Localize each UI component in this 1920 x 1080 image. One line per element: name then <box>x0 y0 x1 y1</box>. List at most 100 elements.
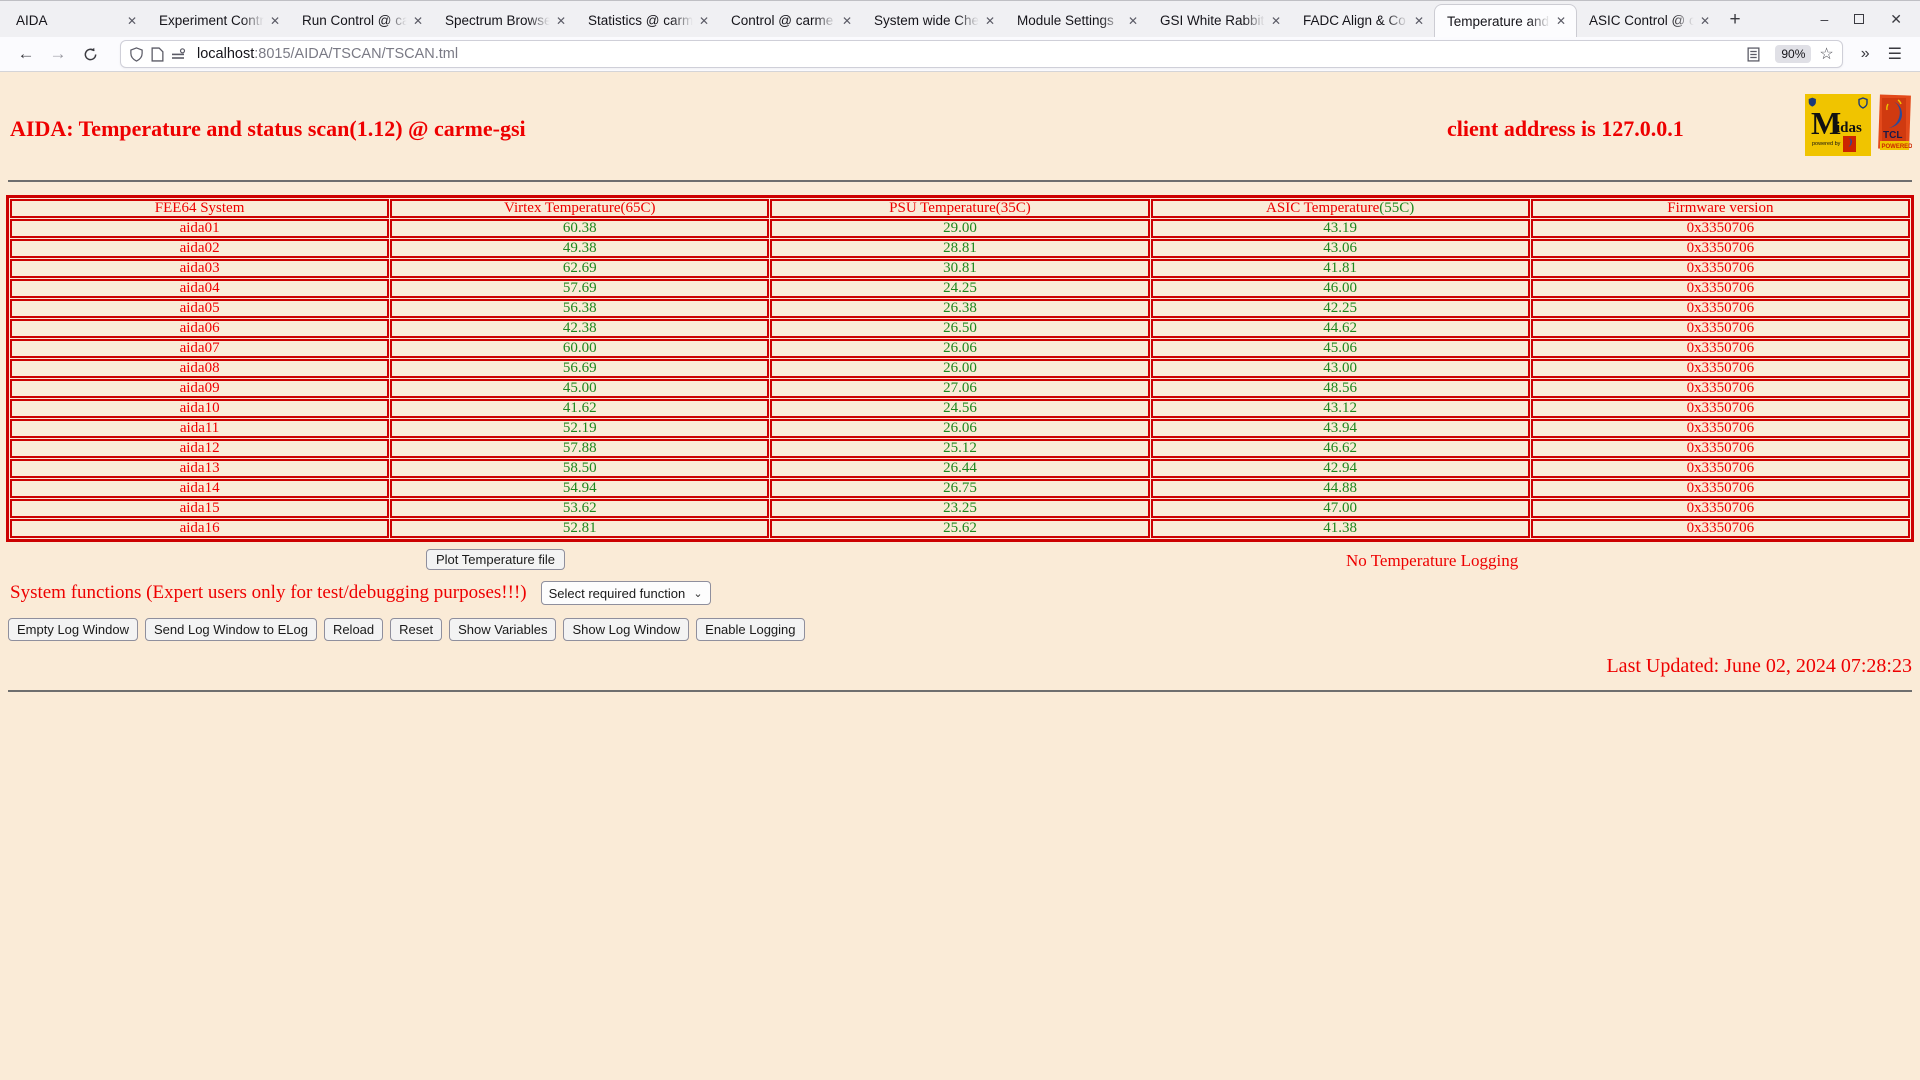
tab-statistics-carm[interactable]: Statistics @ carm ✕ <box>576 4 719 37</box>
tab-aida[interactable]: AIDA ✕ <box>4 4 147 37</box>
window-close-button[interactable]: ✕ <box>1890 11 1902 28</box>
virtex-cell: 53.62 <box>390 499 770 518</box>
asic-cell: 43.06 <box>1150 239 1530 258</box>
empty-log-window-button[interactable]: Empty Log Window <box>8 618 138 641</box>
tab-temperature-and[interactable]: Temperature and ✕ <box>1434 4 1577 37</box>
bottom-divider <box>8 690 1912 692</box>
virtex-cell: 45.00 <box>390 379 770 398</box>
tab-close-icon[interactable]: ✕ <box>981 12 999 30</box>
system-cell: aida02 <box>10 239 390 258</box>
tab-fadc-align-co[interactable]: FADC Align & Co ✕ <box>1291 4 1434 37</box>
tab-experiment-contr[interactable]: Experiment Contr ✕ <box>147 4 290 37</box>
virtex-cell: 42.38 <box>390 319 770 338</box>
psu-cell: 26.06 <box>770 419 1150 438</box>
tab-close-icon[interactable]: ✕ <box>123 12 141 30</box>
tab-close-icon[interactable]: ✕ <box>409 12 427 30</box>
tab-close-icon[interactable]: ✕ <box>1124 12 1142 30</box>
page-info-icon[interactable] <box>151 46 164 62</box>
system-cell: aida10 <box>10 399 390 418</box>
client-address-text: client address is 127.0.0.1 <box>1447 116 1684 141</box>
reload-icon <box>84 47 96 60</box>
tab-spectrum-browse[interactable]: Spectrum Browse ✕ <box>433 4 576 37</box>
browser-navbar: ← → localhost:8015/AIDA/TSCAN/TSCAN.tml <box>0 37 1920 72</box>
table-row-aida15: aida15 53.62 23.25 47.00 0x3350706 <box>10 499 1910 518</box>
firmware-cell: 0x3350706 <box>1530 479 1910 498</box>
firmware-cell: 0x3350706 <box>1530 439 1910 458</box>
reload-button[interactable] <box>74 40 106 68</box>
table-row-aida07: aida07 60.00 26.06 45.06 0x3350706 <box>10 339 1910 358</box>
tab-close-icon[interactable]: ✕ <box>1267 12 1285 30</box>
tab-close-icon[interactable]: ✕ <box>1410 12 1428 30</box>
show-log-window-button[interactable]: Show Log Window <box>563 618 690 641</box>
show-variables-button[interactable]: Show Variables <box>449 618 557 641</box>
logos: M idas powered by TCL POWERED <box>1805 94 1912 156</box>
firmware-cell: 0x3350706 <box>1530 359 1910 378</box>
psu-cell: 25.12 <box>770 439 1150 458</box>
system-cell: aida03 <box>10 259 390 278</box>
system-cell: aida05 <box>10 299 390 318</box>
psu-cell: 25.62 <box>770 519 1150 538</box>
tab-label: Spectrum Browse <box>445 13 552 28</box>
tab-gsi-white-rabbit[interactable]: GSI White Rabbit ✕ <box>1148 4 1291 37</box>
reset-button[interactable]: Reset <box>390 618 443 641</box>
zoom-level-badge[interactable]: 90% <box>1775 45 1812 63</box>
column-header: PSU Temperature(35C) <box>770 199 1150 218</box>
tab-label: Statistics @ carm <box>588 13 694 28</box>
tab-control-carme[interactable]: Control @ carme ✕ <box>719 4 862 37</box>
tab-label: FADC Align & Co <box>1303 13 1406 28</box>
table-row-aida10: aida10 41.62 24.56 43.12 0x3350706 <box>10 399 1910 418</box>
back-button[interactable]: ← <box>10 40 42 68</box>
app-menu-icon[interactable]: ☰ <box>1888 44 1902 64</box>
reload-button[interactable]: Reload <box>323 618 384 641</box>
tab-system-wide-che[interactable]: System wide Che ✕ <box>862 4 1005 37</box>
firmware-cell: 0x3350706 <box>1530 419 1910 438</box>
forward-button[interactable]: → <box>42 40 74 68</box>
system-cell: aida13 <box>10 459 390 478</box>
tab-close-icon[interactable]: ✕ <box>695 12 713 30</box>
browser-tab-bar: AIDA ✕ Experiment Contr ✕ Run Control @ ca ✕ S… <box>0 0 1920 37</box>
asic-cell: 42.94 <box>1150 459 1530 478</box>
page-title: AIDA: Temperature and status scan(1.12) … <box>10 116 526 141</box>
asic-cell: 41.81 <box>1150 259 1530 278</box>
tab-asic-control-c[interactable]: ASIC Control @ c ✕ <box>1577 4 1720 37</box>
tab-close-icon[interactable]: ✕ <box>1696 12 1714 30</box>
window-maximize-button[interactable] <box>1854 14 1865 24</box>
psu-cell: 29.00 <box>770 219 1150 238</box>
tab-close-icon[interactable]: ✕ <box>838 12 856 30</box>
system-cell: aida16 <box>10 519 390 538</box>
table-row-aida16: aida16 52.81 25.62 41.38 0x3350706 <box>10 519 1910 538</box>
svg-text:powered by: powered by <box>1812 141 1841 147</box>
tab-close-icon[interactable]: ✕ <box>1552 12 1570 30</box>
tracking-protection-icon[interactable] <box>129 46 144 62</box>
function-select[interactable]: Select required function ⌄ <box>540 581 711 605</box>
virtex-cell: 58.50 <box>390 459 770 478</box>
column-header: ASIC Temperature(55C) <box>1150 199 1530 218</box>
plot-temperature-file-button[interactable]: Plot Temperature file <box>426 549 565 570</box>
window-minimize-button[interactable]: – <box>1820 11 1828 27</box>
reader-mode-icon[interactable] <box>1747 46 1760 62</box>
enable-logging-button[interactable]: Enable Logging <box>696 618 805 641</box>
tab-label: System wide Che <box>874 13 980 28</box>
tab-close-icon[interactable]: ✕ <box>552 12 570 30</box>
bookmark-star-icon[interactable]: ☆ <box>1819 44 1833 64</box>
table-row-aida05: aida05 56.38 26.38 42.25 0x3350706 <box>10 299 1910 318</box>
virtex-cell: 57.88 <box>390 439 770 458</box>
tab-run-control-ca[interactable]: Run Control @ ca ✕ <box>290 4 433 37</box>
send-log-window-to-elog-button[interactable]: Send Log Window to ELog <box>145 618 317 641</box>
asic-cell: 41.38 <box>1150 519 1530 538</box>
url-bar[interactable]: localhost:8015/AIDA/TSCAN/TSCAN.tml 90% … <box>120 40 1843 68</box>
firmware-cell: 0x3350706 <box>1530 459 1910 478</box>
tcl-logo[interactable]: TCL POWERED <box>1876 94 1912 156</box>
midas-logo[interactable]: M idas powered by <box>1805 94 1871 156</box>
virtex-cell: 57.69 <box>390 279 770 298</box>
tab-close-icon[interactable]: ✕ <box>266 12 284 30</box>
toolbar-overflow-icon[interactable]: » <box>1861 45 1870 63</box>
virtex-cell: 41.62 <box>390 399 770 418</box>
tab-module-settings[interactable]: Module Settings ✕ <box>1005 4 1148 37</box>
column-header: Firmware version <box>1530 199 1910 218</box>
psu-cell: 27.06 <box>770 379 1150 398</box>
new-tab-button[interactable]: + <box>1720 5 1750 35</box>
psu-cell: 24.56 <box>770 399 1150 418</box>
permissions-icon[interactable] <box>171 47 186 61</box>
asic-cell: 46.00 <box>1150 279 1530 298</box>
